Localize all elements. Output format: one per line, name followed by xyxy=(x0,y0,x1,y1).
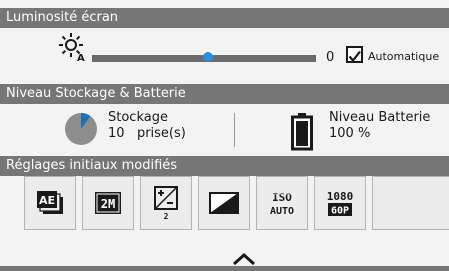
storage-header: Niveau Stockage & Batterie xyxy=(0,84,449,104)
brightness-slider[interactable] xyxy=(92,52,316,62)
contrast-icon xyxy=(209,192,239,214)
auto-checkbox[interactable] xyxy=(346,46,363,63)
video-1080-60p-icon: 1080 60P xyxy=(327,190,354,217)
exposure-value-label: 2 xyxy=(164,212,169,220)
battery-full-icon xyxy=(291,113,313,151)
video-fps-label: 60P xyxy=(331,206,349,217)
iso-label: ISO xyxy=(272,191,292,204)
auto-label: Automatique xyxy=(368,50,440,63)
brightness-header: Luminosité écran xyxy=(0,8,449,28)
video-resolution-label: 1080 xyxy=(327,190,354,203)
chevron-up-icon[interactable] xyxy=(232,252,256,266)
settings-header: Réglages initiaux modifiés xyxy=(0,156,449,176)
brightness-auto-icon: A xyxy=(59,33,85,62)
storage-count: 10 prise(s) xyxy=(108,126,186,141)
battery-title: Niveau Batterie xyxy=(329,110,431,125)
image-size-tile[interactable]: 2M xyxy=(82,176,134,230)
ae-bracketing-icon: AE xyxy=(37,191,63,214)
checkmark-icon xyxy=(348,50,361,63)
video-quality-tile[interactable]: 1080 60P xyxy=(314,176,366,230)
settings-tile-overflow[interactable] xyxy=(372,176,449,230)
brightness-slider-knob[interactable] xyxy=(203,52,214,62)
battery-level: 100 % xyxy=(329,126,371,141)
image-size-2m-icon: 2M xyxy=(95,192,121,214)
ae-label: AE xyxy=(39,194,55,207)
section-divider xyxy=(234,113,235,147)
svg-text:A: A xyxy=(77,53,85,62)
bottom-bar xyxy=(0,266,449,271)
iso-tile[interactable]: ISO AUTO xyxy=(256,176,308,230)
image-size-label: 2M xyxy=(101,197,115,211)
exposure-compensation-icon: 2 xyxy=(154,186,178,220)
storage-title: Stockage xyxy=(108,110,168,125)
iso-auto-label: AUTO xyxy=(270,206,294,217)
contrast-tile[interactable] xyxy=(198,176,250,230)
storage-pie-icon xyxy=(65,113,97,145)
brightness-value: 0 xyxy=(326,50,335,65)
iso-auto-icon: ISO AUTO xyxy=(270,191,294,217)
ae-bracketing-tile[interactable]: AE xyxy=(24,176,76,230)
exposure-compensation-tile[interactable]: 2 xyxy=(140,176,192,230)
